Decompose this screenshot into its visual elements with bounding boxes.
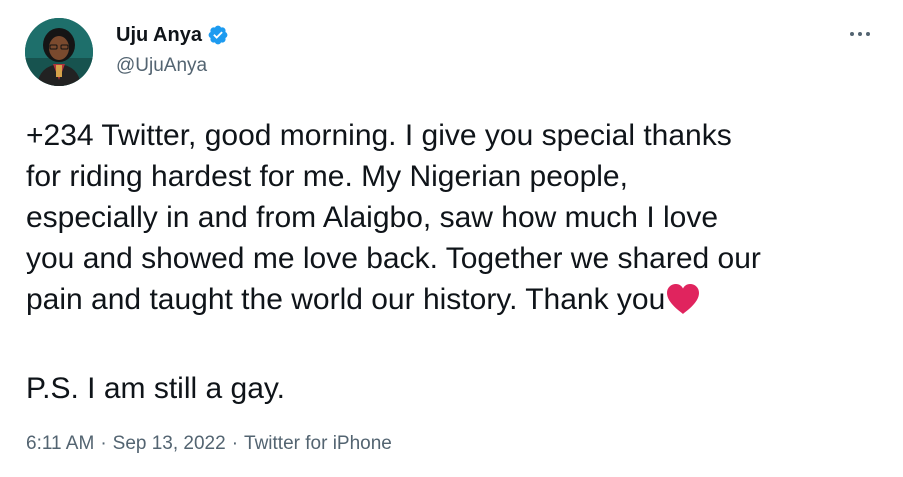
meta-separator: · — [231, 433, 239, 454]
tweet-metadata: 6:11 AM · Sep 13, 2022 · Twitter for iPhone — [26, 433, 392, 455]
tweet-line: pain and taught the world our history. T… — [26, 283, 666, 316]
red-heart-icon — [665, 283, 701, 315]
tweet-text: +234 Twitter, good morning. I give you s… — [26, 115, 886, 320]
tweet-date[interactable]: Sep 13, 2022 — [113, 433, 226, 454]
tweet-line: +234 Twitter, good morning. I give you s… — [26, 119, 732, 152]
tweet-line: you and showed me love back. Together we… — [26, 242, 761, 275]
tweet-card: Uju Anya @UjuAnya +234 Twitter, good mor… — [0, 0, 903, 477]
more-dot — [858, 32, 862, 36]
meta-separator: · — [100, 433, 107, 454]
tweet-time[interactable]: 6:11 AM — [26, 433, 94, 454]
more-options-icon[interactable] — [843, 22, 877, 46]
avatar[interactable] — [25, 18, 93, 86]
verified-badge-icon — [207, 24, 229, 46]
tweet-line-last: pain and taught the world our history. T… — [26, 279, 886, 320]
tweet-line: especially in and from Alaigbo, saw how … — [26, 201, 719, 234]
author-name-row: Uju Anya — [116, 23, 229, 47]
tweet-postscript: P.S. I am still a gay. — [26, 372, 285, 405]
author-display-name[interactable]: Uju Anya — [116, 23, 202, 47]
tweet-line: for riding hardest for me. My Nigerian p… — [26, 160, 628, 193]
tweet-source[interactable]: Twitter for iPhone — [244, 433, 392, 454]
more-dot — [866, 32, 870, 36]
author-handle[interactable]: @UjuAnya — [116, 55, 207, 77]
more-dot — [850, 32, 854, 36]
